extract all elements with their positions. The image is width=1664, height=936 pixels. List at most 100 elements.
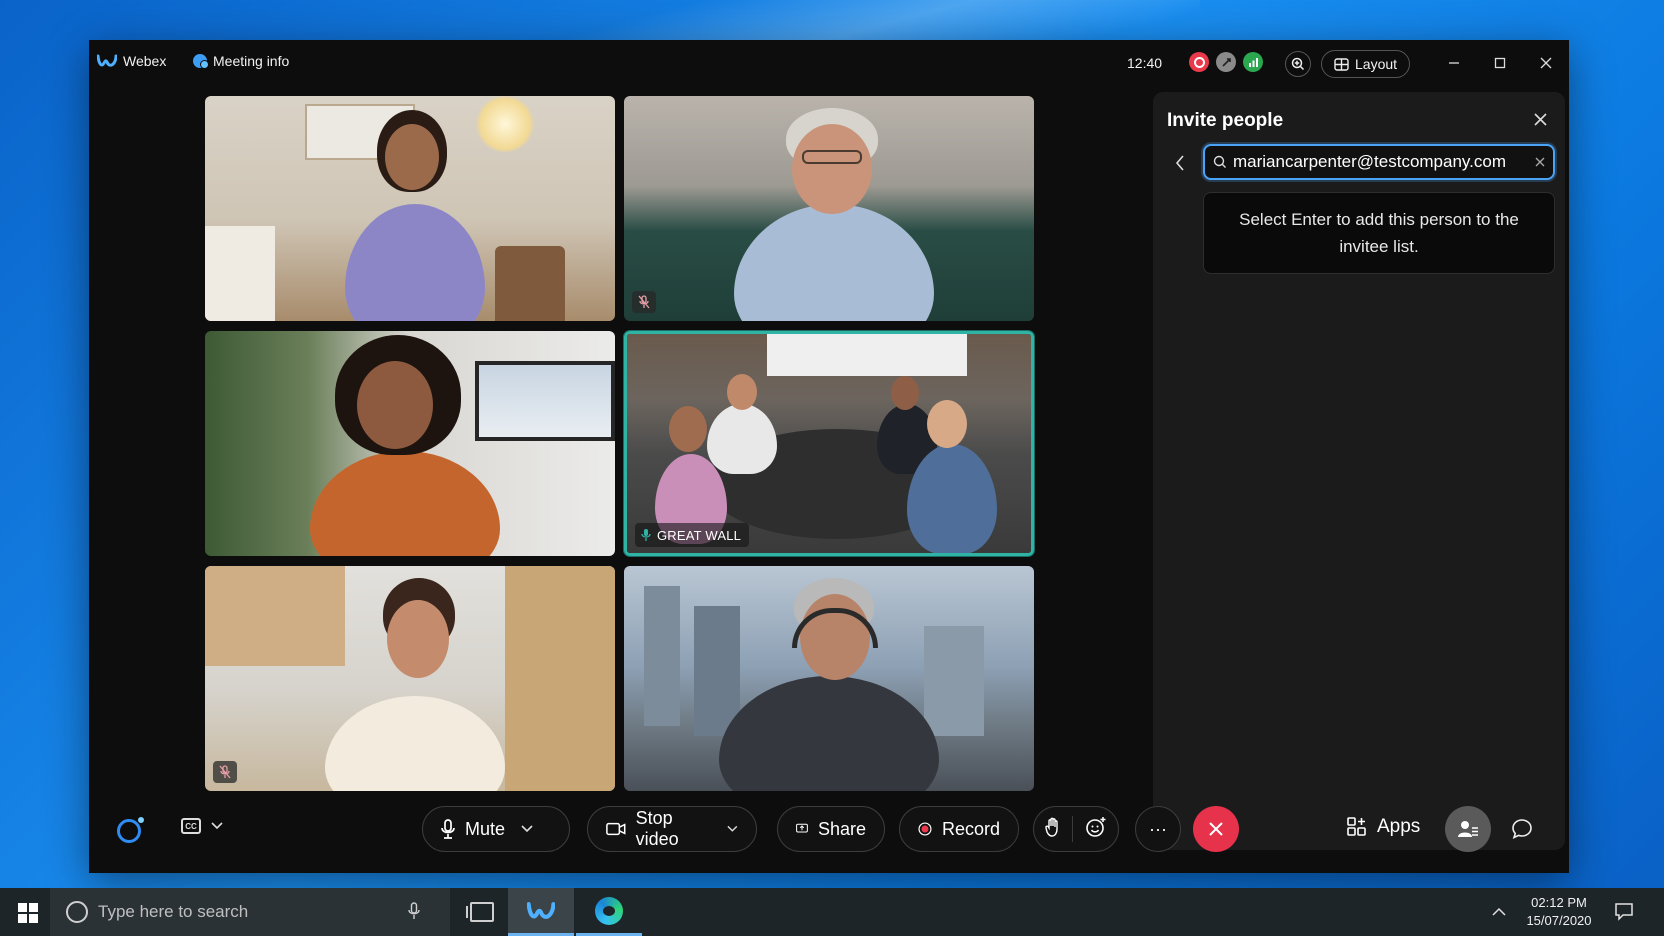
closed-captions-icon: CC (181, 818, 201, 834)
video-feed (624, 566, 1034, 791)
raise-hand-button[interactable] (1045, 817, 1061, 842)
video-feed (627, 334, 1031, 553)
maximize-button[interactable] (1477, 40, 1523, 86)
window-controls (1431, 40, 1569, 86)
maximize-icon (1494, 57, 1506, 69)
video-tile[interactable] (205, 331, 615, 556)
participants-button[interactable] (1445, 806, 1491, 852)
muted-microphone-icon (219, 765, 231, 779)
leave-meeting-button[interactable] (1193, 806, 1239, 852)
chevron-up-icon[interactable] (1492, 903, 1506, 919)
invite-search-box[interactable] (1203, 144, 1555, 180)
record-button[interactable]: Record (899, 806, 1019, 852)
share-button[interactable]: Share (777, 806, 885, 852)
chevron-left-icon (1175, 155, 1184, 171)
webex-logo-icon (97, 54, 117, 67)
muted-indicator (632, 291, 656, 313)
system-clock[interactable]: 02:12 PM 15/07/2020 (1522, 894, 1596, 930)
video-tile[interactable] (624, 96, 1034, 321)
close-icon (1533, 112, 1547, 126)
close-icon (1209, 822, 1223, 836)
stop-video-label: Stop video (635, 808, 679, 849)
video-feed (205, 566, 615, 791)
apps-button[interactable]: Apps (1347, 816, 1420, 838)
taskbar-search[interactable]: Type here to search (50, 888, 450, 936)
network-status-icon[interactable] (1243, 52, 1263, 72)
meeting-info-icon (193, 54, 209, 69)
reactions-button[interactable] (1085, 816, 1107, 843)
taskbar-webex-app[interactable] (508, 888, 574, 936)
zoom-in-button[interactable] (1285, 51, 1311, 77)
layout-grid-icon (1334, 57, 1349, 71)
participant-name: GREAT WALL (657, 527, 742, 543)
participant-name-label: GREAT WALL (635, 523, 750, 547)
webex-logo-icon (527, 901, 555, 919)
webex-assistant-button[interactable] (117, 817, 144, 843)
video-tile-active-speaker[interactable]: GREAT WALL (624, 331, 1034, 556)
divider (1072, 816, 1074, 842)
video-feed (205, 96, 615, 321)
layout-label: Layout (1355, 56, 1398, 72)
participants-icon (1458, 821, 1478, 837)
back-button[interactable] (1169, 152, 1191, 174)
video-camera-icon (606, 822, 626, 836)
close-window-button[interactable] (1523, 40, 1569, 86)
apps-label: Apps (1377, 816, 1421, 837)
chevron-down-icon[interactable] (727, 825, 738, 833)
mute-label: Mute (465, 818, 506, 839)
stop-video-button[interactable]: Stop video (587, 806, 757, 852)
closed-captions-button[interactable]: CC (181, 818, 223, 834)
windows-logo-icon (29, 903, 38, 912)
task-view-icon[interactable] (466, 902, 494, 922)
zoom-in-icon (1291, 57, 1305, 71)
raise-hand-icon (1045, 817, 1058, 837)
recording-status-icon[interactable] (1189, 52, 1209, 72)
record-icon (918, 822, 932, 836)
panel-title: Invite people (1167, 110, 1284, 131)
meeting-info-button[interactable]: Meeting info (193, 53, 289, 69)
taskbar-edge-app[interactable] (576, 888, 642, 936)
cortana-icon (66, 901, 88, 923)
video-tile[interactable] (205, 566, 615, 791)
more-options-button[interactable]: ··· (1135, 806, 1181, 852)
minimize-button[interactable] (1431, 40, 1477, 86)
system-date: 15/07/2020 (1526, 913, 1592, 928)
meeting-clock: 12:40 (1127, 55, 1163, 71)
notifications-icon[interactable] (1614, 901, 1634, 921)
video-tile[interactable] (624, 566, 1034, 791)
video-tile[interactable] (205, 96, 615, 321)
close-panel-button[interactable] (1529, 108, 1551, 130)
search-icon (1213, 155, 1226, 168)
title-bar: Webex Meeting info 12:40 Layout (89, 40, 1569, 86)
microphone-icon[interactable] (408, 902, 420, 925)
chat-bubble-icon (1512, 819, 1532, 839)
clear-search-button[interactable] (1535, 155, 1545, 170)
reactions-group (1033, 806, 1119, 852)
invite-hint: Select Enter to add this person to the i… (1203, 192, 1555, 274)
chat-button[interactable] (1509, 816, 1535, 842)
start-button[interactable] (18, 903, 38, 923)
meeting-status-icons (1189, 52, 1263, 72)
layout-button[interactable]: Layout (1321, 50, 1411, 78)
windows-taskbar: Type here to search 02:12 PM 15/07/2020 (0, 888, 1664, 936)
security-status-icon[interactable] (1216, 52, 1236, 72)
invite-search-input[interactable] (1233, 152, 1535, 172)
muted-microphone-icon (638, 295, 650, 309)
edge-browser-icon (595, 896, 623, 925)
share-screen-icon (796, 823, 808, 833)
minimize-icon (1449, 62, 1459, 64)
invite-people-panel: Invite people Select Enter to add this p… (1153, 92, 1565, 850)
system-time: 02:12 PM (1531, 895, 1587, 910)
muted-indicator (213, 761, 237, 783)
taskbar-search-placeholder: Type here to search (98, 902, 249, 921)
clear-icon (1535, 157, 1545, 166)
webex-meeting-window: Webex Meeting info 12:40 Layout GREAT WA… (89, 40, 1569, 873)
mute-button[interactable]: Mute (422, 806, 570, 852)
record-label: Record (941, 818, 1000, 839)
microphone-icon (441, 819, 455, 839)
chevron-down-icon[interactable] (521, 825, 533, 833)
microphone-icon (641, 529, 651, 541)
share-label: Share (817, 818, 866, 839)
chevron-down-icon (211, 822, 223, 830)
windows-logo-icon (18, 903, 27, 912)
